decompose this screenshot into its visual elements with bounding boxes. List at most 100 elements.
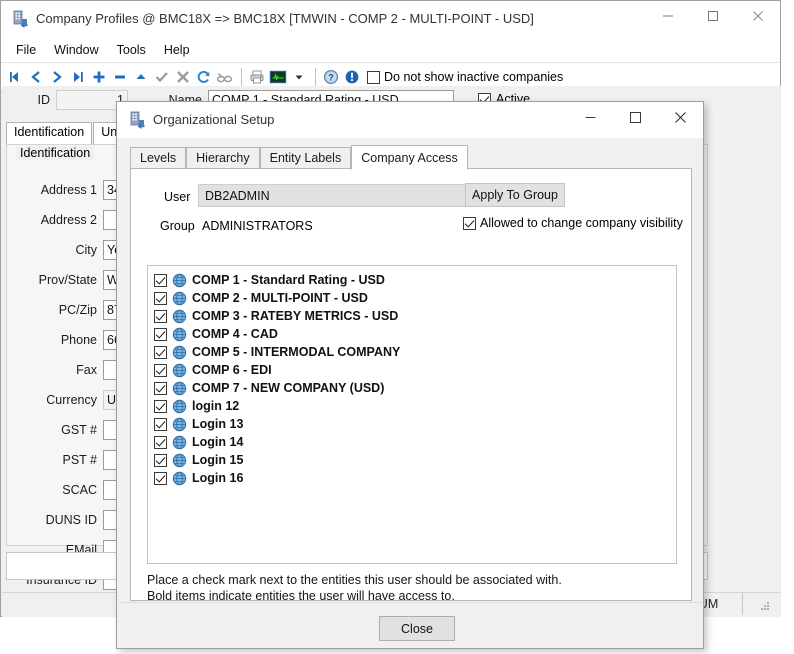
list-item[interactable]: COMP 1 - Standard Rating - USD <box>148 271 676 289</box>
organizational-setup-dialog: Organizational Setup Levels Hierarchy En… <box>116 101 704 649</box>
user-select[interactable]: DB2ADMIN <box>198 184 491 207</box>
tab-company-access[interactable]: Company Access <box>351 145 468 170</box>
list-item[interactable]: Login 14 <box>148 433 676 451</box>
help-icon[interactable]: ? <box>321 66 341 88</box>
inactive-companies-checkbox-box[interactable] <box>367 71 380 84</box>
list-item[interactable]: Login 16 <box>148 469 676 487</box>
entity-checkbox[interactable] <box>154 454 167 467</box>
globe-icon <box>172 363 187 378</box>
id-label: ID <box>26 93 56 107</box>
entity-label: Login 15 <box>192 453 243 467</box>
dialog-maximize-button[interactable] <box>613 102 658 132</box>
allowed-visibility-checkbox[interactable]: Allowed to change company visibility <box>463 216 683 230</box>
entity-checkbox[interactable] <box>154 472 167 485</box>
hint-line-1: Place a check mark next to the entities … <box>147 573 562 587</box>
list-item[interactable]: COMP 4 - CAD <box>148 325 676 343</box>
entity-label: COMP 2 - MULTI-POINT - USD <box>192 291 368 305</box>
entity-checkbox[interactable] <box>154 310 167 323</box>
list-item[interactable]: COMP 6 - EDI <box>148 361 676 379</box>
up-arrow-icon[interactable] <box>131 66 151 88</box>
list-item[interactable]: COMP 2 - MULTI-POINT - USD <box>148 289 676 307</box>
apply-to-group-button[interactable]: Apply To Group <box>465 183 565 207</box>
dialog-titlebar: Organizational Setup <box>117 102 703 138</box>
entity-checkbox[interactable] <box>154 364 167 377</box>
entity-list[interactable]: COMP 1 - Standard Rating - USD COMP 2 <box>147 265 677 564</box>
delete-record-icon[interactable] <box>110 66 130 88</box>
info-icon[interactable] <box>342 66 362 88</box>
dialog-tabstrip: Levels Hierarchy Entity Labels Company A… <box>130 145 468 169</box>
list-item[interactable]: login 12 <box>148 397 676 415</box>
close-button[interactable] <box>735 1 780 31</box>
pczip-label: PC/Zip <box>12 303 103 317</box>
entity-checkbox[interactable] <box>154 418 167 431</box>
list-item[interactable]: Login 15 <box>148 451 676 469</box>
accept-check-icon[interactable] <box>152 66 172 88</box>
entity-checkbox[interactable] <box>154 436 167 449</box>
menu-help[interactable]: Help <box>155 40 199 60</box>
entity-label: Login 16 <box>192 471 243 485</box>
dialog-window-controls <box>568 102 703 132</box>
report-icon[interactable] <box>268 66 288 88</box>
list-item[interactable]: Login 13 <box>148 415 676 433</box>
list-item[interactable]: COMP 3 - RATEBY METRICS - USD <box>148 307 676 325</box>
id-field-row: ID 1 <box>26 90 128 110</box>
tab-hierarchy[interactable]: Hierarchy <box>186 147 260 169</box>
print-icon[interactable] <box>247 66 267 88</box>
main-window-controls <box>645 1 780 31</box>
add-record-icon[interactable] <box>89 66 109 88</box>
address2-label: Address 2 <box>12 213 103 227</box>
screen: Company Profiles @ BMC18X => BMC18X [TMW… <box>0 0 794 654</box>
globe-icon <box>172 381 187 396</box>
entity-label: COMP 7 - NEW COMPANY (USD) <box>192 381 384 395</box>
last-record-icon[interactable] <box>68 66 88 88</box>
entity-label: COMP 3 - RATEBY METRICS - USD <box>192 309 398 323</box>
fax-label: Fax <box>12 363 103 377</box>
refresh-icon[interactable] <box>194 66 214 88</box>
tab-levels[interactable]: Levels <box>130 147 186 169</box>
building-icon <box>128 111 146 129</box>
next-record-icon[interactable] <box>47 66 67 88</box>
close-button[interactable]: Close <box>379 616 455 641</box>
globe-icon <box>172 291 187 306</box>
menu-window[interactable]: Window <box>45 40 107 60</box>
statusbar-grip[interactable] <box>742 593 781 615</box>
group-label: Group <box>160 219 195 233</box>
toolbar-separator-2 <box>315 68 316 86</box>
first-record-icon[interactable] <box>5 66 25 88</box>
list-item[interactable]: COMP 5 - INTERMODAL COMPANY <box>148 343 676 361</box>
minimize-button[interactable] <box>645 1 690 31</box>
cancel-x-icon[interactable] <box>173 66 193 88</box>
menu-file[interactable]: File <box>7 40 45 60</box>
inactive-companies-checkbox[interactable]: Do not show inactive companies <box>367 70 563 84</box>
globe-icon <box>172 345 187 360</box>
globe-icon <box>172 471 187 486</box>
dialog-minimize-button[interactable] <box>568 102 613 132</box>
globe-icon <box>172 435 187 450</box>
currency-label: Currency <box>12 393 103 407</box>
entity-checkbox[interactable] <box>154 346 167 359</box>
menubar: File Window Tools Help <box>1 38 780 63</box>
hint-line-2: Bold items indicate entities the user wi… <box>147 589 455 603</box>
maximize-button[interactable] <box>690 1 735 31</box>
dropdown-arrow-icon[interactable] <box>289 66 309 88</box>
tab-identification[interactable]: Identification <box>6 122 92 144</box>
dialog-close-button[interactable] <box>658 102 703 132</box>
gst-label: GST # <box>12 423 103 437</box>
globe-icon <box>172 417 187 432</box>
entity-checkbox[interactable] <box>154 328 167 341</box>
menu-tools[interactable]: Tools <box>108 40 155 60</box>
group-value: ADMINISTRATORS <box>202 219 313 233</box>
list-item[interactable]: COMP 7 - NEW COMPANY (USD) <box>148 379 676 397</box>
entity-checkbox[interactable] <box>154 382 167 395</box>
entity-checkbox[interactable] <box>154 400 167 413</box>
allowed-visibility-checkbox-box[interactable] <box>463 217 476 230</box>
svg-text:?: ? <box>328 73 334 83</box>
tab-entity-labels[interactable]: Entity Labels <box>260 147 352 169</box>
entity-checkbox[interactable] <box>154 274 167 287</box>
view-glasses-icon[interactable] <box>215 66 235 88</box>
previous-record-icon[interactable] <box>26 66 46 88</box>
entity-label: COMP 5 - INTERMODAL COMPANY <box>192 345 400 359</box>
entity-checkbox[interactable] <box>154 292 167 305</box>
entity-label: Login 14 <box>192 435 243 449</box>
main-window-title: Company Profiles @ BMC18X => BMC18X [TMW… <box>36 11 534 26</box>
